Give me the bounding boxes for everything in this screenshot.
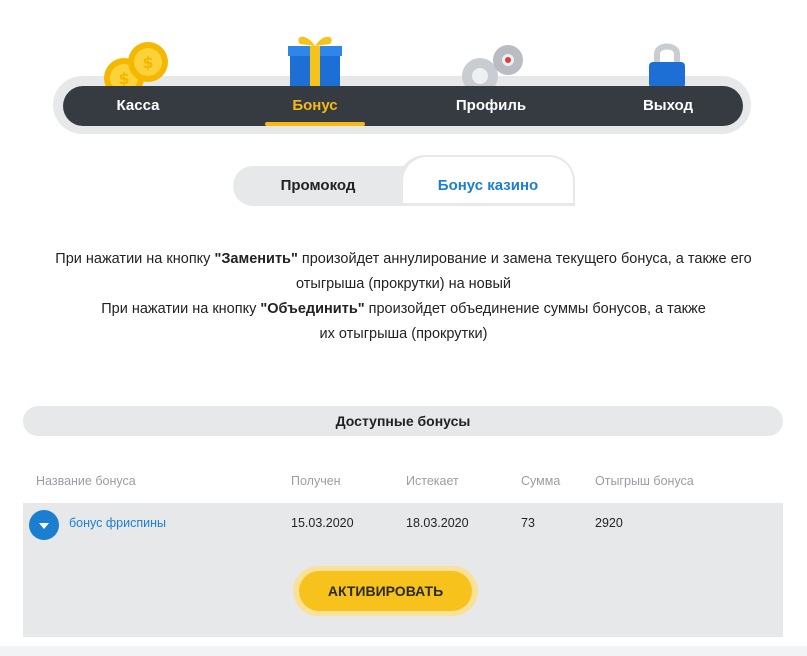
gears-icon (462, 45, 523, 88)
column-header-wager: Отыгрыш бонуса (595, 474, 694, 488)
nav-item-logout[interactable]: Выход (618, 86, 718, 126)
bonus-received-date: 15.03.2020 (291, 516, 354, 530)
coins-icon: $ $ (104, 42, 168, 88)
column-header-amount: Сумма (521, 474, 561, 488)
available-bonuses-header: Доступные бонусы (23, 406, 783, 436)
info-text: При нажатии на кнопку "Заменить" произой… (40, 247, 767, 347)
tab-casino-bonus[interactable]: Бонус казино (403, 166, 573, 206)
info-bold-merge: "Объединить" (260, 301, 365, 317)
bonus-wager: 2920 (595, 516, 623, 530)
info-text-segment: При нажатии на кнопку (101, 301, 261, 317)
padlock-icon (649, 43, 685, 88)
nav-item-kassa[interactable]: Касса (88, 86, 188, 126)
activate-button[interactable]: АКТИВИРОВАТЬ (299, 571, 472, 611)
gift-icon (288, 36, 342, 88)
info-text-segment: произойдет объединение суммы бонусов, а … (319, 301, 706, 342)
bonus-amount: 73 (521, 516, 535, 530)
info-paragraph-merge: При нажатии на кнопку "Объединить" произ… (40, 297, 767, 347)
info-text-segment: произойдет аннулирование и замена текуще… (296, 251, 752, 292)
bonus-expires-date: 18.03.2020 (406, 516, 469, 530)
tab-promocode[interactable]: Промокод (233, 166, 403, 206)
chevron-down-icon[interactable] (29, 510, 59, 540)
info-text-segment: При нажатии на кнопку (55, 251, 215, 267)
bonus-name-link[interactable]: бонус фриспины (69, 516, 166, 530)
info-paragraph-replace: При нажатии на кнопку "Заменить" произой… (40, 247, 767, 297)
column-header-name: Название бонуса (36, 474, 136, 488)
nav-item-profile[interactable]: Профиль (441, 86, 541, 126)
column-header-received: Получен (291, 474, 341, 488)
nav-item-bonus[interactable]: Бонус (265, 86, 365, 126)
nav-active-indicator (265, 122, 365, 126)
page-bottom-edge (0, 646, 807, 656)
column-header-expires: Истекает (406, 474, 459, 488)
info-bold-replace: "Заменить" (214, 251, 298, 267)
svg-text:$: $ (142, 53, 153, 72)
